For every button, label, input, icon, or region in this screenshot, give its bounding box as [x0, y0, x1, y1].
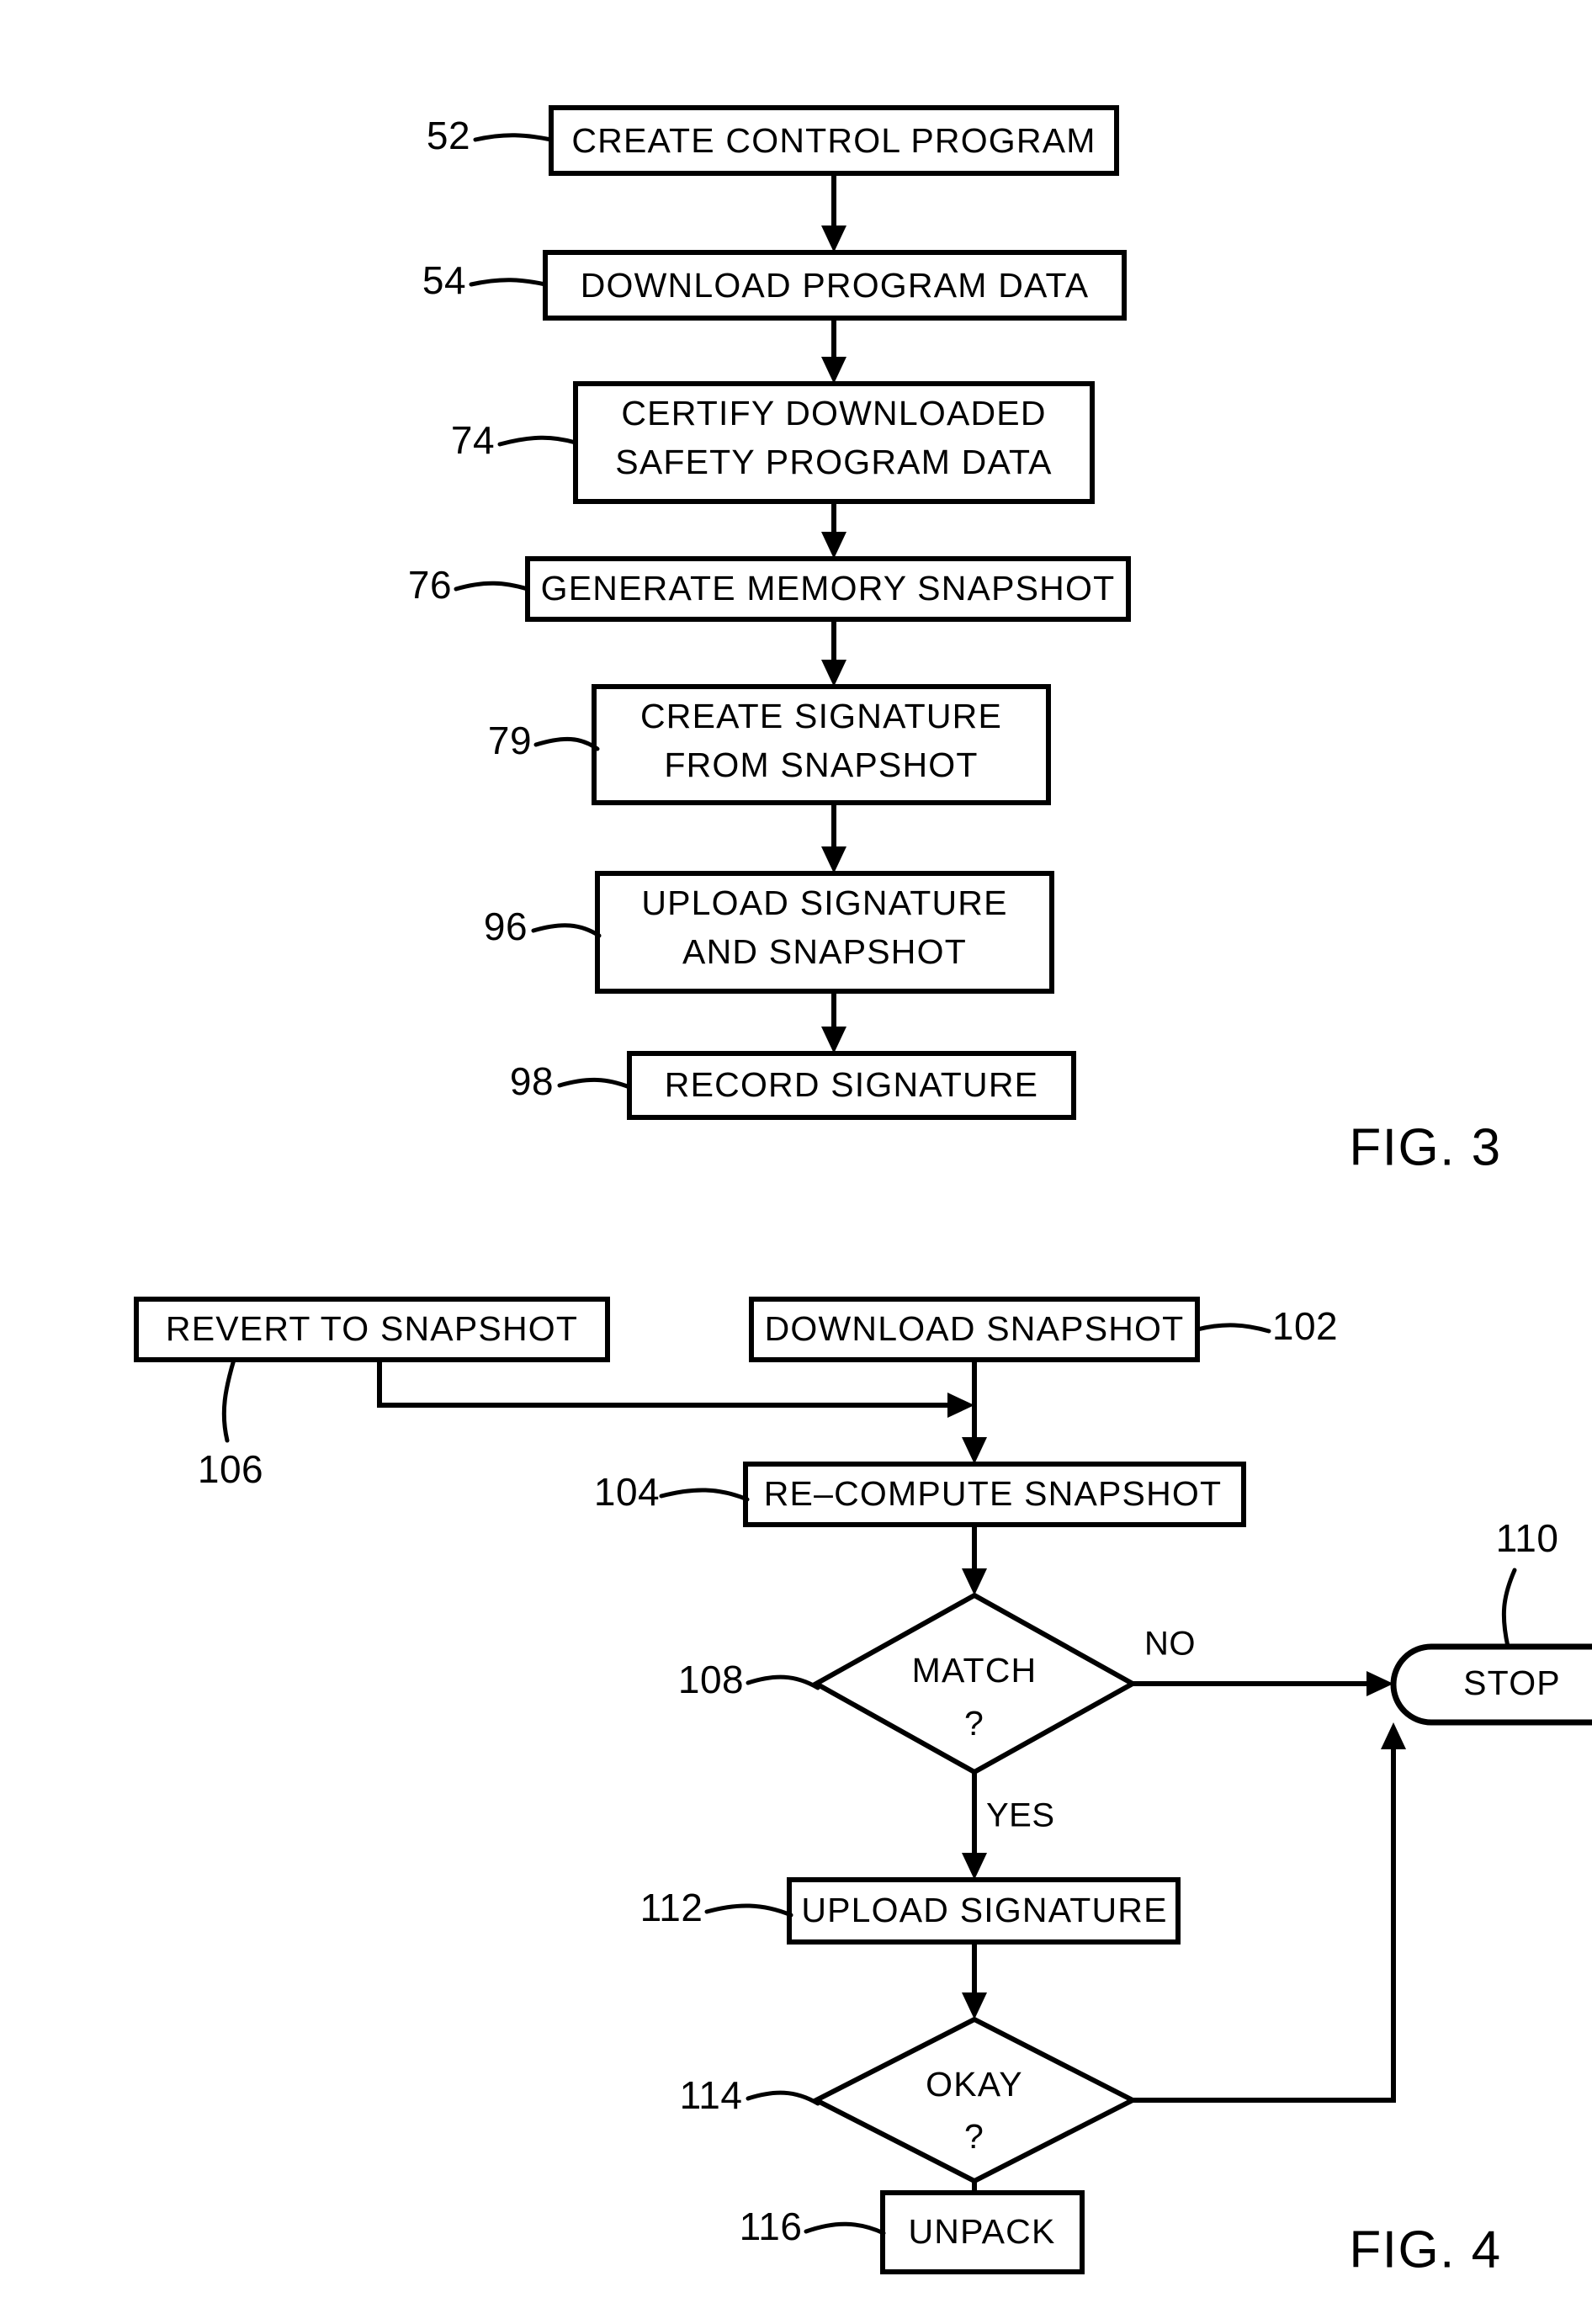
- fig4-leader-110: [1501, 1568, 1517, 1649]
- fig4-ref-108: 108: [678, 1658, 744, 1701]
- fig3-leader-79: [533, 736, 600, 751]
- fig3-leader-54: [469, 278, 548, 287]
- fig4-node-102: DOWNLOAD SNAPSHOT 102: [749, 1297, 1338, 1362]
- fig4-box-116-label: UNPACK: [908, 2212, 1055, 2251]
- fig3-ref-54: 54: [422, 258, 466, 302]
- fig4-node-116: UNPACK 116: [740, 2190, 1085, 2274]
- fig3-ref-98: 98: [510, 1059, 554, 1103]
- fig3-box-79-label-line1: CREATE SIGNATURE: [640, 697, 1002, 735]
- fig4-ref-104: 104: [594, 1470, 660, 1514]
- fig4-node-110: STOP 110: [1390, 1516, 1592, 1726]
- figures-canvas: CREATE CONTROL PROGRAM 52 DOWNLOAD PROGR…: [134, 105, 1592, 2279]
- fig4-node-114: OKAY ? 114: [680, 2016, 1138, 2184]
- figure-3: CREATE CONTROL PROGRAM 52 DOWNLOAD PROGR…: [408, 105, 1501, 1176]
- fig4-box-102-label: DOWNLOAD SNAPSHOT: [765, 1309, 1185, 1348]
- fig3-arrow-74-76: [821, 501, 846, 559]
- fig4-diamond-108-label: MATCH: [912, 1651, 1037, 1690]
- fig4-edge-108-no: NO: [1133, 1626, 1393, 1696]
- fig4-arrow-112-114: [962, 1942, 987, 2019]
- fig3-ref-52: 52: [427, 114, 470, 157]
- fig3-box-79-label-line2: FROM SNAPSHOT: [664, 745, 978, 784]
- fig3-node-96: UPLOAD SIGNATURE AND SNAPSHOT 96: [484, 871, 1054, 994]
- fig3-node-54: DOWNLOAD PROGRAM DATA 54: [422, 250, 1127, 321]
- fig4-node-112: UPLOAD SIGNATURE 112: [640, 1877, 1181, 1945]
- fig3-arrow-96-98: [821, 991, 846, 1053]
- fig3-node-79: CREATE SIGNATURE FROM SNAPSHOT 79: [488, 684, 1051, 805]
- fig4-leader-112: [704, 1903, 793, 1918]
- fig4-edge-label-yes: YES: [986, 1797, 1055, 1834]
- fig4-leader-102: [1195, 1323, 1271, 1334]
- fig4-leader-104: [659, 1488, 750, 1502]
- fig4-node-106: REVERT TO SNAPSHOT 106: [134, 1297, 610, 1491]
- fig3-node-52: CREATE CONTROL PROGRAM 52: [427, 105, 1119, 176]
- fig3-box-96-label-line1: UPLOAD SIGNATURE: [641, 883, 1007, 922]
- fig4-stop-110-label: STOP: [1463, 1663, 1561, 1702]
- fig4-leader-108: [746, 1674, 820, 1690]
- fig3-box-96-label-line2: AND SNAPSHOT: [682, 932, 967, 971]
- fig4-ref-106: 106: [198, 1447, 263, 1491]
- fig3-box-74-label-line2: SAFETY PROGRAM DATA: [615, 443, 1052, 481]
- fig3-leader-98: [557, 1078, 632, 1090]
- fig3-leader-76: [454, 581, 530, 592]
- fig3-node-76: GENERATE MEMORY SNAPSHOT 76: [408, 556, 1131, 622]
- fig3-node-98: RECORD SIGNATURE 98: [510, 1051, 1076, 1120]
- fig4-diamond-114-label: OKAY: [926, 2065, 1023, 2104]
- fig3-ref-74: 74: [451, 418, 495, 462]
- fig4-edge-106-merge: [377, 1360, 974, 1418]
- fig4-box-106-label: REVERT TO SNAPSHOT: [166, 1309, 578, 1348]
- fig4-box-104-label: RE–COMPUTE SNAPSHOT: [764, 1474, 1223, 1513]
- fig4-box-112-label: UPLOAD SIGNATURE: [801, 1891, 1167, 1929]
- fig4-ref-110: 110: [1496, 1516, 1559, 1560]
- patent-drawing-sheet: CREATE CONTROL PROGRAM 52 DOWNLOAD PROGR…: [0, 0, 1592, 2324]
- fig3-box-54-label: DOWNLOAD PROGRAM DATA: [581, 266, 1090, 305]
- fig4-leader-116: [804, 2221, 886, 2236]
- fig3-arrow-54-74: [821, 318, 846, 384]
- figure-4: REVERT TO SNAPSHOT 106 DOWNLOAD SNAPSHOT…: [134, 1297, 1592, 2279]
- fig4-ref-114: 114: [680, 2073, 743, 2117]
- fig4-node-104: RE–COMPUTE SNAPSHOT 104: [594, 1462, 1246, 1527]
- fig4-arrow-104-108: [962, 1525, 987, 1595]
- fig4-diamond-108-question: ?: [964, 1704, 984, 1743]
- fig3-ref-96: 96: [484, 905, 528, 948]
- fig3-box-76-label: GENERATE MEMORY SNAPSHOT: [541, 569, 1116, 608]
- fig3-leader-74: [497, 435, 578, 447]
- fig3-leader-96: [531, 923, 602, 938]
- fig4-leader-114: [746, 2090, 820, 2106]
- fig3-arrow-52-54: [821, 173, 846, 252]
- fig4-caption: FIG. 4: [1349, 2221, 1501, 2279]
- fig3-ref-76: 76: [408, 563, 452, 607]
- fig3-caption: FIG. 3: [1349, 1118, 1501, 1176]
- fig3-arrow-76-79: [821, 619, 846, 687]
- fig4-ref-112: 112: [640, 1886, 703, 1929]
- fig4-edge-label-no: NO: [1144, 1626, 1196, 1663]
- fig4-edge-108-yes: YES: [962, 1772, 1055, 1880]
- fig3-box-74-label-line1: CERTIFY DOWNLOADED: [621, 394, 1046, 432]
- fig4-arrow-102-104: [962, 1360, 987, 1464]
- fig3-node-74: CERTIFY DOWNLOADED SAFETY PROGRAM DATA 7…: [451, 381, 1095, 504]
- fig3-arrow-79-96: [821, 803, 846, 873]
- fig3-ref-79: 79: [488, 719, 532, 762]
- fig4-diamond-114-question: ?: [964, 2117, 984, 2156]
- fig4-ref-116: 116: [740, 2205, 803, 2248]
- fig3-box-52-label: CREATE CONTROL PROGRAM: [571, 121, 1096, 160]
- fig3-leader-52: [473, 133, 554, 142]
- fig3-box-98-label: RECORD SIGNATURE: [665, 1065, 1038, 1104]
- fig4-node-108: MATCH ? 108: [678, 1592, 1138, 1775]
- fig4-leader-106: [221, 1357, 236, 1443]
- fig4-ref-102: 102: [1272, 1304, 1338, 1348]
